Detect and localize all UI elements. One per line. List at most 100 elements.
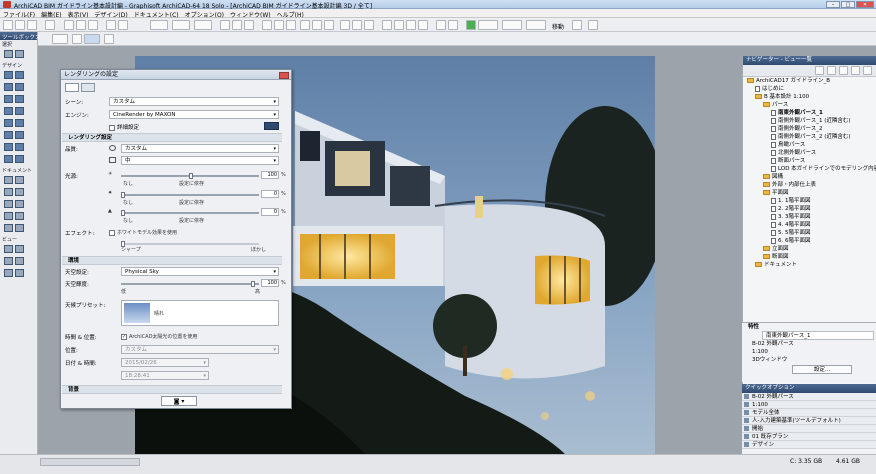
detail-settings-icon[interactable] <box>264 122 279 130</box>
light3-slider[interactable] <box>121 210 259 216</box>
door-tool-icon[interactable] <box>15 119 24 127</box>
window-tool-icon[interactable] <box>4 131 13 139</box>
view-name-field[interactable]: 南東外観パース_1 <box>762 331 874 340</box>
white-model-checkbox[interactable] <box>109 229 115 236</box>
tree-item[interactable]: 南側外観パース_2 <box>743 125 876 133</box>
sky-select[interactable]: Physical Sky <box>121 267 279 276</box>
quality-select[interactable]: カスタム <box>121 144 279 153</box>
preview-icon[interactable] <box>81 83 95 92</box>
cursor-snap-icon[interactable] <box>194 20 212 30</box>
time-field[interactable]: 18:28:41 <box>121 371 209 380</box>
open-file-icon[interactable] <box>15 20 25 30</box>
marquee-tool-icon[interactable] <box>15 50 24 58</box>
camera-3d-icon[interactable] <box>84 34 100 44</box>
orbit-3d-icon[interactable] <box>72 34 82 44</box>
layout-book-icon[interactable] <box>839 66 848 75</box>
fit-window-icon[interactable] <box>286 20 296 30</box>
redo-icon[interactable] <box>118 20 128 30</box>
settings-button[interactable]: 設定... <box>792 365 852 374</box>
tree-item[interactable]: 2. 2階平面図 <box>743 205 876 213</box>
material-icon[interactable] <box>406 20 416 30</box>
dimension-tool-icon[interactable] <box>4 176 13 184</box>
arrow-tool-icon[interactable] <box>4 50 13 58</box>
navigator-menu-icon[interactable] <box>863 66 872 75</box>
curtain-wall-tool-icon[interactable] <box>4 119 13 127</box>
wall-tool-icon[interactable] <box>4 71 13 79</box>
green-status-icon[interactable] <box>466 20 476 30</box>
stair-tool-icon[interactable] <box>4 95 13 103</box>
scene-view-icon[interactable] <box>65 83 79 92</box>
quick-option-item[interactable]: B-02 外観パース <box>742 393 876 401</box>
level-dim-tool-icon[interactable] <box>15 176 24 184</box>
column-tool-icon[interactable] <box>15 71 24 79</box>
new-file-icon[interactable] <box>3 20 13 30</box>
dialog-close-icon[interactable] <box>279 72 289 79</box>
orbit-icon[interactable] <box>300 20 310 30</box>
guide-line-icon[interactable] <box>172 20 190 30</box>
move-label[interactable]: 移動 <box>552 22 564 31</box>
beam-tool-icon[interactable] <box>4 83 13 91</box>
light2-slider-thumb[interactable] <box>121 192 125 198</box>
pen-set-icon[interactable] <box>232 20 242 30</box>
shell-tool-icon[interactable] <box>4 107 13 115</box>
slab-tool-icon[interactable] <box>15 83 24 91</box>
tree-item[interactable]: 断面図 <box>743 253 876 261</box>
element-info-icon[interactable] <box>244 20 254 30</box>
save-icon[interactable] <box>27 20 37 30</box>
tree-item[interactable]: 南側外観パース_2 (近隣含む) <box>743 133 876 141</box>
quick-option-item[interactable]: 開始 <box>742 425 876 433</box>
background-group[interactable]: 背景 <box>62 385 282 394</box>
label-tool-icon[interactable] <box>15 188 24 196</box>
sharpness-slider[interactable] <box>121 241 259 247</box>
section-icon[interactable] <box>340 20 350 30</box>
light1-value[interactable]: 100 <box>261 171 279 179</box>
zoom-out-icon[interactable] <box>274 20 284 30</box>
tree-item[interactable]: 図構 <box>743 173 876 181</box>
tree-item[interactable]: 断面パース <box>743 157 876 165</box>
tree-item[interactable]: パース <box>743 101 876 109</box>
quality-level-select[interactable]: 中 <box>121 156 279 165</box>
sun-position-checkbox[interactable]: ✓ <box>121 333 127 340</box>
tree-item[interactable]: 1. 1階平面図 <box>743 197 876 205</box>
section-tool-icon[interactable] <box>4 245 13 253</box>
lamp-tool-icon[interactable] <box>15 155 24 163</box>
fill-tool-icon[interactable] <box>4 200 13 208</box>
quick-option-item[interactable]: 01 既存プラン <box>742 433 876 441</box>
view-map-icon[interactable] <box>827 66 836 75</box>
view-controls[interactable] <box>40 458 140 466</box>
tree-item[interactable]: 6. 6階平面図 <box>743 237 876 245</box>
worksheet-tool-icon[interactable] <box>15 257 24 265</box>
position-select[interactable]: カスタム <box>121 345 279 354</box>
undo-icon[interactable] <box>106 20 116 30</box>
paste-icon[interactable] <box>88 20 98 30</box>
morph-tool-icon[interactable] <box>4 155 13 163</box>
project-map-icon[interactable] <box>815 66 824 75</box>
change-tool-icon[interactable] <box>15 269 24 277</box>
display-options-icon[interactable] <box>478 20 498 30</box>
zone-tool-icon[interactable] <box>4 143 13 151</box>
hotspot-tool-icon[interactable] <box>15 224 24 232</box>
sky-brightness-slider[interactable] <box>121 281 259 287</box>
floor-plan-icon[interactable] <box>324 20 334 30</box>
arc-tool-icon[interactable] <box>4 212 13 220</box>
sky-brightness-slider-thumb[interactable] <box>251 281 255 287</box>
light1-slider[interactable] <box>121 173 259 179</box>
quick-option-item[interactable]: モデル全体 <box>742 409 876 417</box>
tree-item[interactable]: B 基本設計 1:100 <box>743 93 876 101</box>
tree-item[interactable]: 4. 4階平面図 <box>743 221 876 229</box>
zoom-in-icon[interactable] <box>262 20 272 30</box>
window-select-icon[interactable] <box>526 20 546 30</box>
elevation-tool-icon[interactable] <box>15 245 24 253</box>
light3-slider-thumb[interactable] <box>121 210 125 216</box>
date-field[interactable]: 2015/02/26 <box>121 358 209 367</box>
publisher-icon[interactable] <box>851 66 860 75</box>
elevation-icon[interactable] <box>352 20 362 30</box>
tree-item[interactable]: 5. 5階平面図 <box>743 229 876 237</box>
help-icon[interactable] <box>588 20 598 30</box>
tree-item[interactable]: 南側外観パース_1 (近隣含む) <box>743 117 876 125</box>
line-tool-icon[interactable] <box>15 200 24 208</box>
interior-elevation-tool-icon[interactable] <box>4 257 13 265</box>
roof-tool-icon[interactable] <box>15 95 24 103</box>
view-select-icon[interactable] <box>502 20 522 30</box>
print-icon[interactable] <box>45 20 55 30</box>
